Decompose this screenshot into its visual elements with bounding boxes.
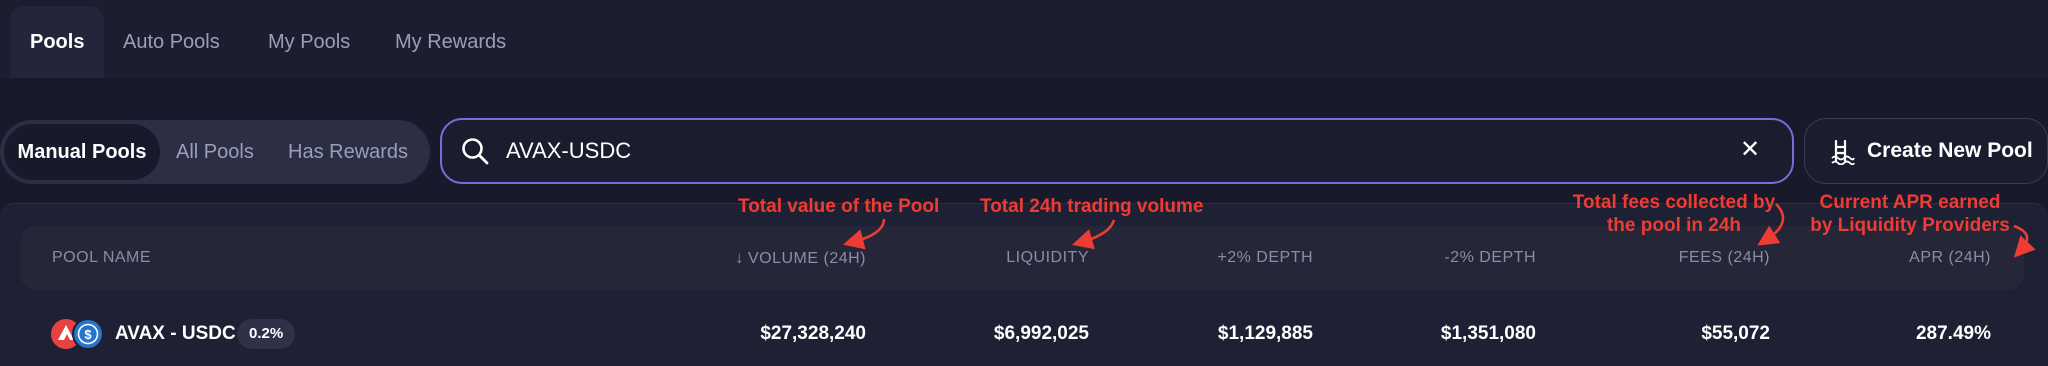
annotation-apr-line1: Current APR earned xyxy=(1819,192,2001,213)
header-depth-minus[interactable]: -2% DEPTH xyxy=(1444,226,1536,290)
avax-usdc-token-icons: $ xyxy=(51,318,104,350)
header-volume-label: VOLUME (24H) xyxy=(747,250,866,267)
annotation-volume: Total value of the Pool xyxy=(738,196,940,217)
cell-liquidity: $6,992,025 xyxy=(993,323,1089,344)
table-row[interactable]: $ AVAX - USDC 0.2% $27,328,240 $6,992,02… xyxy=(20,312,2024,356)
annotation-apr: Current APR earned by Liquidity Provider… xyxy=(1802,191,2018,237)
search-icon xyxy=(462,138,489,165)
header-liquidity[interactable]: LIQUIDITY xyxy=(1006,226,1089,290)
header-volume[interactable]: ↓ VOLUME (24H) xyxy=(735,226,866,291)
annotation-liquidity: Total 24h trading volume xyxy=(980,196,1204,217)
annotation-fees-line2: the pool in 24h xyxy=(1606,215,1742,236)
create-new-pool-label: Create New Pool xyxy=(1867,139,2033,162)
tabs-bar: Pools Auto Pools My Pools My Rewards xyxy=(0,0,2048,78)
tab-auto-pools[interactable]: Auto Pools xyxy=(123,0,220,78)
svg-text:$: $ xyxy=(84,327,92,342)
filter-has-rewards[interactable]: Has Rewards xyxy=(288,124,408,180)
pool-ladder-icon xyxy=(1831,139,1855,165)
search-input[interactable] xyxy=(506,120,1686,182)
cell-volume: $27,328,240 xyxy=(760,323,866,344)
filter-manual-pools[interactable]: Manual Pools xyxy=(4,124,160,180)
tab-my-pools[interactable]: My Pools xyxy=(268,0,350,78)
tab-my-rewards[interactable]: My Rewards xyxy=(395,0,506,78)
cell-depth-plus: $1,129,885 xyxy=(1217,323,1313,344)
tab-pools[interactable]: Pools xyxy=(10,6,105,78)
cell-apr: 287.49% xyxy=(1915,323,1991,344)
sort-desc-icon: ↓ xyxy=(734,248,744,267)
search-box: ✕ xyxy=(440,118,1794,184)
annotation-fees-line1: Total fees collected by xyxy=(1572,192,1776,213)
fee-tier-badge: 0.2% xyxy=(237,319,296,349)
pool-pair-name[interactable]: AVAX - USDC xyxy=(115,312,236,356)
pool-filter-segmented: Manual Pools All Pools Has Rewards xyxy=(0,120,430,184)
pools-page: Pools Auto Pools My Pools My Rewards Man… xyxy=(0,0,2048,366)
header-depth-plus[interactable]: +2% DEPTH xyxy=(1217,226,1313,290)
header-pool-name[interactable]: POOL NAME xyxy=(52,226,151,290)
cell-depth-minus: $1,351,080 xyxy=(1440,323,1536,344)
filter-all-pools[interactable]: All Pools xyxy=(176,124,254,180)
cell-fees: $55,072 xyxy=(1701,323,1770,344)
create-new-pool-button[interactable]: Create New Pool xyxy=(1804,118,2048,184)
close-icon[interactable]: ✕ xyxy=(1732,132,1768,168)
annotation-apr-line2: by Liquidity Providers xyxy=(1810,215,2010,236)
annotation-fees: Total fees collected by the pool in 24h xyxy=(1566,191,1782,237)
